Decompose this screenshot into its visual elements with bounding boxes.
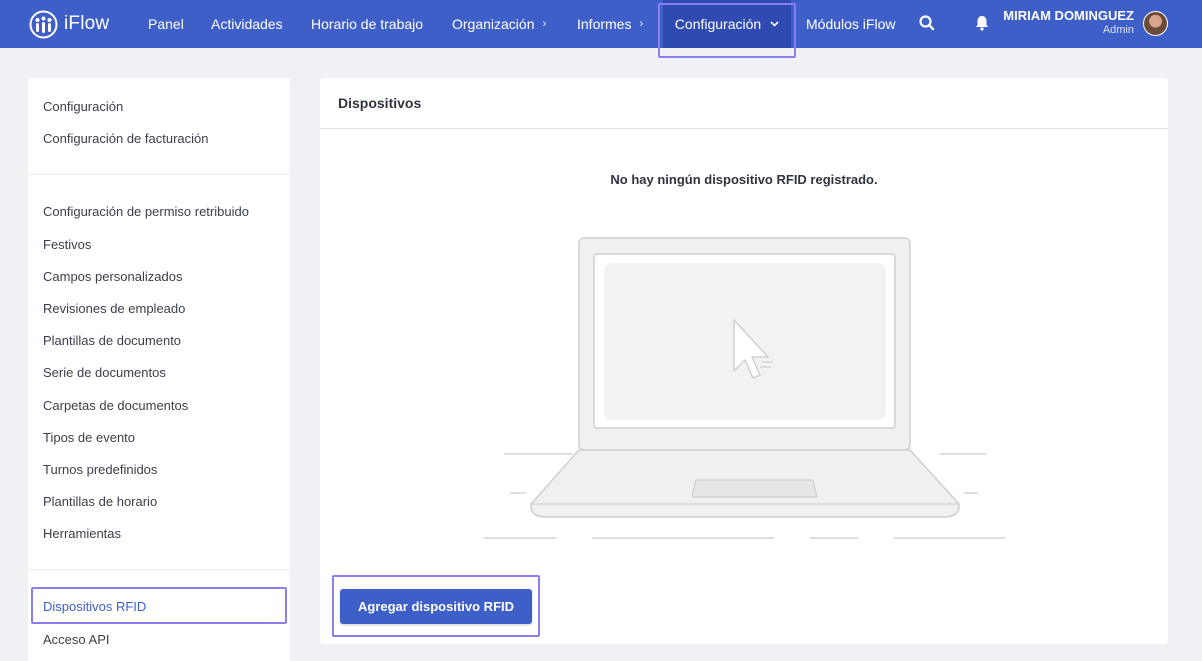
nav-panel[interactable]: Panel — [148, 0, 184, 48]
chevron-right-icon: › — [639, 18, 644, 30]
user-menu[interactable]: MIRIAM DOMINGUEZ Admin — [1000, 8, 1134, 37]
nav-informes[interactable]: Informes › — [577, 0, 643, 48]
sidebar-divider — [28, 174, 290, 175]
sidebar-item-revisiones[interactable]: Revisiones de empleado — [43, 301, 185, 316]
nav-actividades-label: Actividades — [211, 16, 283, 32]
sidebar-item-tipos-evento[interactable]: Tipos de evento — [43, 430, 135, 445]
people-logo-icon — [29, 10, 58, 38]
avatar[interactable] — [1143, 11, 1168, 36]
notifications-button[interactable] — [974, 14, 990, 34]
sidebar-item-turnos[interactable]: Turnos predefinidos — [43, 462, 157, 477]
chevron-right-icon: › — [542, 18, 547, 30]
sidebar-item-plantillas-horario[interactable]: Plantillas de horario — [43, 494, 157, 509]
user-role: Admin — [1102, 24, 1134, 36]
brand-name: iFlow — [64, 13, 110, 34]
nav-modulos-label: Módulos iFlow — [806, 16, 896, 32]
sidebar-item-serie-documentos[interactable]: Serie de documentos — [43, 365, 166, 380]
nav-organizacion-label: Organización — [452, 16, 535, 32]
sidebar-divider — [28, 569, 290, 570]
add-rfid-device-button[interactable]: Agregar dispositivo RFID — [340, 589, 532, 624]
nav-actividades[interactable]: Actividades — [211, 0, 283, 48]
sidebar-item-configuracion[interactable]: Configuración — [43, 99, 123, 114]
nav-informes-label: Informes — [577, 16, 632, 32]
devices-panel: Dispositivos No hay ningún dispositivo R… — [320, 78, 1168, 644]
bell-icon — [976, 16, 988, 31]
settings-sidebar: Configuración Configuración de facturaci… — [28, 78, 290, 661]
chevron-down-icon — [770, 21, 779, 27]
user-name: MIRIAM DOMINGUEZ — [1003, 8, 1134, 23]
sidebar-item-carpetas-documentos[interactable]: Carpetas de documentos — [43, 398, 188, 413]
top-navbar: iFlow Panel Actividades Horario de traba… — [0, 0, 1202, 48]
sidebar-item-facturacion[interactable]: Configuración de facturación — [43, 131, 209, 146]
nav-modulos[interactable]: Módulos iFlow — [806, 0, 895, 48]
empty-state-message: No hay ningún dispositivo RFID registrad… — [610, 172, 878, 187]
nav-horario-label: Horario de trabajo — [311, 16, 424, 32]
laptop-illustration-icon — [484, 237, 1005, 539]
nav-configuracion-label: Configuración — [674, 16, 762, 32]
sidebar-item-herramientas[interactable]: Herramientas — [43, 526, 121, 541]
page-title: Dispositivos — [338, 95, 422, 111]
nav-organizacion[interactable]: Organización › — [452, 0, 546, 48]
nav-horario[interactable]: Horario de trabajo — [311, 0, 423, 48]
sidebar-item-dispositivos-rfid[interactable]: Dispositivos RFID — [43, 599, 146, 614]
search-icon — [919, 15, 935, 31]
nav-panel-label: Panel — [148, 16, 184, 32]
sidebar-item-acceso-api[interactable]: Acceso API — [43, 632, 109, 647]
sidebar-item-festivos[interactable]: Festivos — [43, 237, 91, 252]
sidebar-item-campos-personalizados[interactable]: Campos personalizados — [43, 269, 182, 284]
search-button[interactable] — [918, 14, 938, 34]
panel-header: Dispositivos — [320, 78, 1168, 129]
sidebar-item-plantillas-documento[interactable]: Plantillas de documento — [43, 333, 181, 348]
sidebar-item-permiso-retribuido[interactable]: Configuración de permiso retribuido — [43, 204, 249, 219]
nav-configuracion[interactable]: Configuración — [663, 0, 791, 48]
brand-logo[interactable]: iFlow — [29, 9, 109, 39]
